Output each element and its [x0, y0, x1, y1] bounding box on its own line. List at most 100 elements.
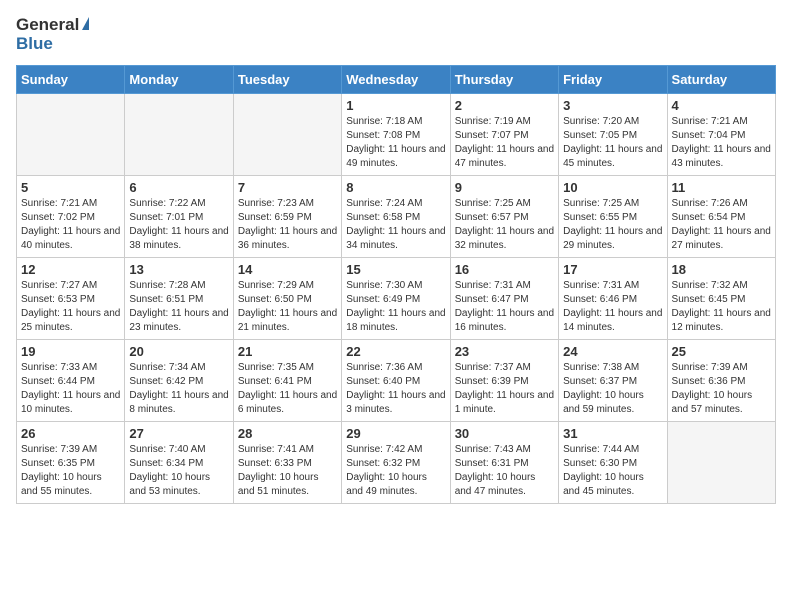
day-number: 15: [346, 262, 445, 277]
day-info: Sunrise: 7:25 AMSunset: 6:55 PMDaylight:…: [563, 197, 662, 253]
day-number: 10: [563, 180, 662, 195]
week-row-4: 19 Sunrise: 7:33 AMSunset: 6:44 PMDayligh…: [17, 340, 776, 422]
day-info: Sunrise: 7:38 AMSunset: 6:37 PMDaylight:…: [563, 361, 662, 417]
day-info: Sunrise: 7:21 AMSunset: 7:04 PMDaylight:…: [672, 115, 771, 171]
day-cell-13: 13 Sunrise: 7:28 AMSunset: 6:51 PMDayligh…: [125, 258, 233, 340]
day-cell-17: 17Sunrise: 7:31 AMSunset: 6:46 PMDayligh…: [559, 258, 667, 340]
day-number: 26: [21, 426, 120, 441]
day-cell-8: 8 Sunrise: 7:24 AMSunset: 6:58 PMDaylight…: [342, 176, 450, 258]
day-number: 9: [455, 180, 554, 195]
logo: General Blue: [16, 16, 89, 53]
day-info: Sunrise: 7:34 AMSunset: 6:42 PMDaylight:…: [129, 361, 228, 417]
day-number: 3: [563, 98, 662, 113]
day-cell-14: 14 Sunrise: 7:29 AMSunset: 6:50 PMDayligh…: [233, 258, 341, 340]
day-cell-9: 9 Sunrise: 7:25 AMSunset: 6:57 PMDaylight…: [450, 176, 558, 258]
day-number: 6: [129, 180, 228, 195]
day-number: 8: [346, 180, 445, 195]
day-number: 30: [455, 426, 554, 441]
day-cell-3: 3 Sunrise: 7:20 AMSunset: 7:05 PMDaylight…: [559, 94, 667, 176]
day-info: Sunrise: 7:26 AMSunset: 6:54 PMDaylight:…: [672, 197, 771, 253]
day-info: Sunrise: 7:28 AMSunset: 6:51 PMDaylight:…: [129, 279, 228, 335]
day-info: Sunrise: 7:33 AMSunset: 6:44 PMDaylight:…: [21, 361, 120, 417]
weekday-header-sunday: Sunday: [17, 66, 125, 94]
day-cell-23: 23 Sunrise: 7:37 AMSunset: 6:39 PMDayligh…: [450, 340, 558, 422]
day-cell-19: 19 Sunrise: 7:33 AMSunset: 6:44 PMDayligh…: [17, 340, 125, 422]
day-cell-22: 22 Sunrise: 7:36 AMSunset: 6:40 PMDayligh…: [342, 340, 450, 422]
day-cell-24: 24 Sunrise: 7:38 AMSunset: 6:37 PMDayligh…: [559, 340, 667, 422]
day-cell-26: 26Sunrise: 7:39 AMSunset: 6:35 PMDayligh…: [17, 422, 125, 504]
day-number: 28: [238, 426, 337, 441]
day-info: Sunrise: 7:20 AMSunset: 7:05 PMDaylight:…: [563, 115, 662, 171]
day-info: Sunrise: 7:37 AMSunset: 6:39 PMDaylight:…: [455, 361, 554, 417]
day-number: 2: [455, 98, 554, 113]
day-number: 25: [672, 344, 771, 359]
day-cell-5: 5Sunrise: 7:21 AMSunset: 7:02 PMDaylight…: [17, 176, 125, 258]
day-cell-11: 11 Sunrise: 7:26 AMSunset: 6:54 PMDayligh…: [667, 176, 775, 258]
day-number: 4: [672, 98, 771, 113]
day-cell-20: 20 Sunrise: 7:34 AMSunset: 6:42 PMDayligh…: [125, 340, 233, 422]
day-info: Sunrise: 7:24 AMSunset: 6:58 PMDaylight:…: [346, 197, 445, 253]
day-number: 31: [563, 426, 662, 441]
empty-cell: [667, 422, 775, 504]
empty-cell: [17, 94, 125, 176]
weekday-header-monday: Monday: [125, 66, 233, 94]
weekday-header-thursday: Thursday: [450, 66, 558, 94]
weekday-header-tuesday: Tuesday: [233, 66, 341, 94]
weekday-header-wednesday: Wednesday: [342, 66, 450, 94]
day-cell-10: 10 Sunrise: 7:25 AMSunset: 6:55 PMDayligh…: [559, 176, 667, 258]
day-info: Sunrise: 7:43 AMSunset: 6:31 PMDaylight:…: [455, 443, 554, 499]
day-cell-12: 12 Sunrise: 7:27 AMSunset: 6:53 PMDayligh…: [17, 258, 125, 340]
day-info: Sunrise: 7:30 AMSunset: 6:49 PMDaylight:…: [346, 279, 445, 335]
day-info: Sunrise: 7:25 AMSunset: 6:57 PMDaylight:…: [455, 197, 554, 253]
day-info: Sunrise: 7:39 AMSunset: 6:36 PMDaylight:…: [672, 361, 771, 417]
day-info: Sunrise: 7:40 AMSunset: 6:34 PMDaylight:…: [129, 443, 228, 499]
day-cell-16: 16Sunrise: 7:31 AMSunset: 6:47 PMDayligh…: [450, 258, 558, 340]
logo-blue: Blue: [16, 35, 89, 54]
day-cell-31: 31 Sunrise: 7:44 AMSunset: 6:30 PMDayligh…: [559, 422, 667, 504]
day-cell-18: 18Sunrise: 7:32 AMSunset: 6:45 PMDayligh…: [667, 258, 775, 340]
day-cell-28: 28 Sunrise: 7:41 AMSunset: 6:33 PMDayligh…: [233, 422, 341, 504]
day-number: 17: [563, 262, 662, 277]
day-number: 12: [21, 262, 120, 277]
day-number: 7: [238, 180, 337, 195]
day-number: 20: [129, 344, 228, 359]
day-cell-30: 30 Sunrise: 7:43 AMSunset: 6:31 PMDayligh…: [450, 422, 558, 504]
day-info: Sunrise: 7:29 AMSunset: 6:50 PMDaylight:…: [238, 279, 337, 335]
day-info: Sunrise: 7:36 AMSunset: 6:40 PMDaylight:…: [346, 361, 445, 417]
day-info: Sunrise: 7:22 AMSunset: 7:01 PMDaylight:…: [129, 197, 228, 253]
day-cell-4: 4 Sunrise: 7:21 AMSunset: 7:04 PMDaylight…: [667, 94, 775, 176]
weekday-header-friday: Friday: [559, 66, 667, 94]
day-number: 1: [346, 98, 445, 113]
day-number: 21: [238, 344, 337, 359]
day-cell-15: 15 Sunrise: 7:30 AMSunset: 6:49 PMDayligh…: [342, 258, 450, 340]
day-number: 19: [21, 344, 120, 359]
week-row-3: 12 Sunrise: 7:27 AMSunset: 6:53 PMDayligh…: [17, 258, 776, 340]
day-info: Sunrise: 7:23 AMSunset: 6:59 PMDaylight:…: [238, 197, 337, 253]
day-number: 24: [563, 344, 662, 359]
day-cell-1: 1 Sunrise: 7:18 AMSunset: 7:08 PMDaylight…: [342, 94, 450, 176]
day-number: 14: [238, 262, 337, 277]
empty-cell: [233, 94, 341, 176]
empty-cell: [125, 94, 233, 176]
day-number: 23: [455, 344, 554, 359]
week-row-1: 1 Sunrise: 7:18 AMSunset: 7:08 PMDaylight…: [17, 94, 776, 176]
day-info: Sunrise: 7:18 AMSunset: 7:08 PMDaylight:…: [346, 115, 445, 171]
calendar-table: SundayMondayTuesdayWednesdayThursdayFrid…: [16, 65, 776, 504]
day-info: Sunrise: 7:21 AMSunset: 7:02 PMDaylight:…: [21, 197, 120, 253]
day-cell-7: 7 Sunrise: 7:23 AMSunset: 6:59 PMDaylight…: [233, 176, 341, 258]
day-cell-2: 2 Sunrise: 7:19 AMSunset: 7:07 PMDaylight…: [450, 94, 558, 176]
day-cell-27: 27Sunrise: 7:40 AMSunset: 6:34 PMDayligh…: [125, 422, 233, 504]
day-info: Sunrise: 7:44 AMSunset: 6:30 PMDaylight:…: [563, 443, 662, 499]
page-header: General Blue: [16, 16, 776, 53]
day-info: Sunrise: 7:41 AMSunset: 6:33 PMDaylight:…: [238, 443, 337, 499]
day-info: Sunrise: 7:32 AMSunset: 6:45 PMDaylight:…: [672, 279, 771, 335]
day-info: Sunrise: 7:19 AMSunset: 7:07 PMDaylight:…: [455, 115, 554, 171]
day-number: 22: [346, 344, 445, 359]
logo-general: General: [16, 16, 89, 35]
day-cell-29: 29Sunrise: 7:42 AMSunset: 6:32 PMDayligh…: [342, 422, 450, 504]
day-number: 11: [672, 180, 771, 195]
week-row-2: 5Sunrise: 7:21 AMSunset: 7:02 PMDaylight…: [17, 176, 776, 258]
day-number: 13: [129, 262, 228, 277]
day-info: Sunrise: 7:27 AMSunset: 6:53 PMDaylight:…: [21, 279, 120, 335]
week-row-5: 26Sunrise: 7:39 AMSunset: 6:35 PMDayligh…: [17, 422, 776, 504]
